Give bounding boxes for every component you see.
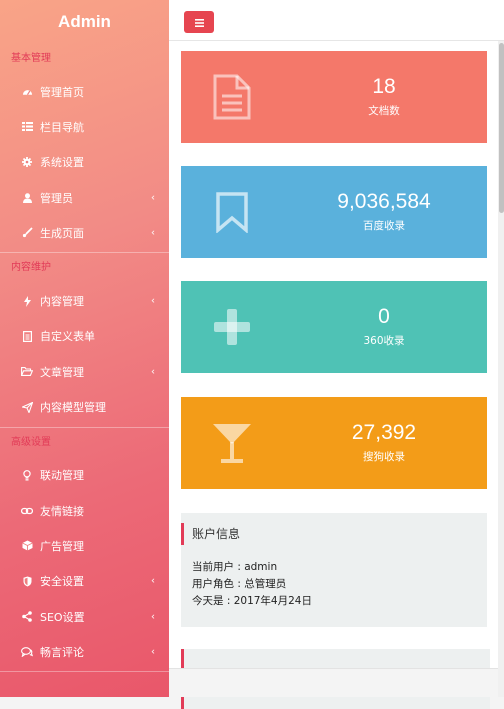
document-icon [209,71,255,123]
share-icon [20,610,34,624]
shield-icon [20,574,34,588]
chevron-left-icon: ‹ [151,575,155,587]
sidebar-item-dashboard[interactable]: 管理首页 [0,74,169,109]
stat-card-sogou: 27,392 搜狗收录 [181,397,487,489]
cube-icon [20,539,34,553]
section-title-advanced: 高级设置 [11,436,51,448]
sidebar-item-label: 友情链接 [40,504,84,518]
sidebar-item-articles[interactable]: 文章管理 ‹ [0,354,169,389]
cocktail-icon [209,417,255,469]
chevron-left-icon: ‹ [151,611,155,622]
chevron-left-icon: ‹ [151,366,155,378]
sidebar-item-seo[interactable]: SEO设置 ‹ [0,599,169,634]
brush-icon [20,226,34,240]
bulb-icon [20,468,34,482]
sidebar-item-label: 内容模型管理 [40,401,106,415]
stat-card-360: 0 360收录 [181,281,487,373]
sidebar-item-label: 畅言评论 [40,645,84,659]
account-info-panel: 账户信息 当前用户 : admin 用户角色 : 总管理员 今天是 : 2017… [181,513,487,627]
panel-title: 账户信息 [181,523,240,545]
sidebar-item-content-manage[interactable]: 内容管理 ‹ [0,283,169,318]
section-title-content: 内容维护 [11,262,51,274]
stat-label: 百度收录 [363,220,405,232]
sidebar-item-label: 管理员 [40,191,73,205]
sidebar-item-system-settings[interactable]: 系统设置 [0,145,169,180]
plus-icon [209,301,255,353]
sidebar-item-admins[interactable]: 管理员 ‹ [0,180,169,215]
sidebar-item-ads[interactable]: 广告管理 [0,528,169,563]
menu-toggle-button[interactable] [184,11,214,33]
sidebar-item-label: 广告管理 [40,539,84,553]
chevron-left-icon: ‹ [151,227,155,239]
stat-card-documents: 18 文档数 [181,51,487,143]
sidebar-item-label: 内容管理 [40,295,84,309]
folder-open-icon [20,365,34,379]
sidebar-item-generate-pages[interactable]: 生成页面 ‹ [0,215,169,250]
sidebar-item-label: 自定义表单 [40,330,95,344]
bookmark-icon [209,186,255,238]
dashboard-icon [20,85,34,99]
sidebar-item-label: 文章管理 [40,365,84,379]
today-date-text: 今天是 : 2017年4月24日 [192,595,312,607]
scrollbar-thumb[interactable] [499,43,504,213]
stat-value: 9,036,584 [337,190,431,213]
stat-label: 搜狗收录 [363,451,405,463]
sidebar: Admin 基本管理 管理首页 栏目导航 系统设置 管理员 ‹ 生成页面 ‹ 内… [0,0,169,697]
sidebar-item-label: 栏目导航 [40,120,84,134]
form-icon [20,329,34,343]
send-icon [20,400,34,414]
list-icon [20,120,34,134]
chevron-left-icon: ‹ [151,295,155,307]
sidebar-item-label: 管理首页 [40,85,84,99]
sidebar-item-label: SEO设置 [40,610,85,624]
section-title-basic: 基本管理 [11,53,51,64]
sidebar-item-linkage[interactable]: 联动管理 [0,458,169,493]
comments-icon [20,645,34,659]
sidebar-item-label: 联动管理 [40,469,84,483]
bolt-icon [20,294,34,308]
chevron-left-icon: ‹ [151,192,155,204]
sidebar-item-friend-links[interactable]: 友情链接 [0,493,169,528]
current-user-text: 当前用户 : admin [192,561,278,573]
sidebar-item-label: 生成页面 [40,226,84,240]
user-role-text: 用户角色 : 总管理员 [192,578,287,590]
link-icon [20,504,34,518]
chevron-left-icon: ‹ [151,646,155,658]
stat-card-baidu: 9,036,584 百度收录 [181,166,487,258]
hamburger-icon [194,15,204,30]
stat-label: 360收录 [363,335,405,347]
sidebar-divider [0,671,169,673]
gear-icon [20,155,34,169]
stat-value: 0 [378,305,390,328]
user-icon [20,191,34,205]
sidebar-item-label: 系统设置 [40,156,84,170]
stat-label: 文档数 [368,105,400,117]
sidebar-item-security[interactable]: 安全设置 ‹ [0,564,169,599]
sidebar-item-comments[interactable]: 畅言评论 ‹ [0,634,169,669]
stat-value: 27,392 [351,421,417,444]
sidebar-item-navigation[interactable]: 栏目导航 [0,109,169,144]
sidebar-item-content-models[interactable]: 内容模型管理 [0,389,169,424]
brand-title: Admin [58,12,111,31]
stat-value: 18 [372,75,396,98]
main-content: 18 文档数 9,036,584 百度收录 0 360收录 27,392 搜狗收… [169,41,504,709]
bottom-bar [169,668,504,697]
sidebar-item-label: 安全设置 [40,575,84,589]
sidebar-item-custom-form[interactable]: 自定义表单 [0,319,169,354]
top-bar [169,0,504,41]
